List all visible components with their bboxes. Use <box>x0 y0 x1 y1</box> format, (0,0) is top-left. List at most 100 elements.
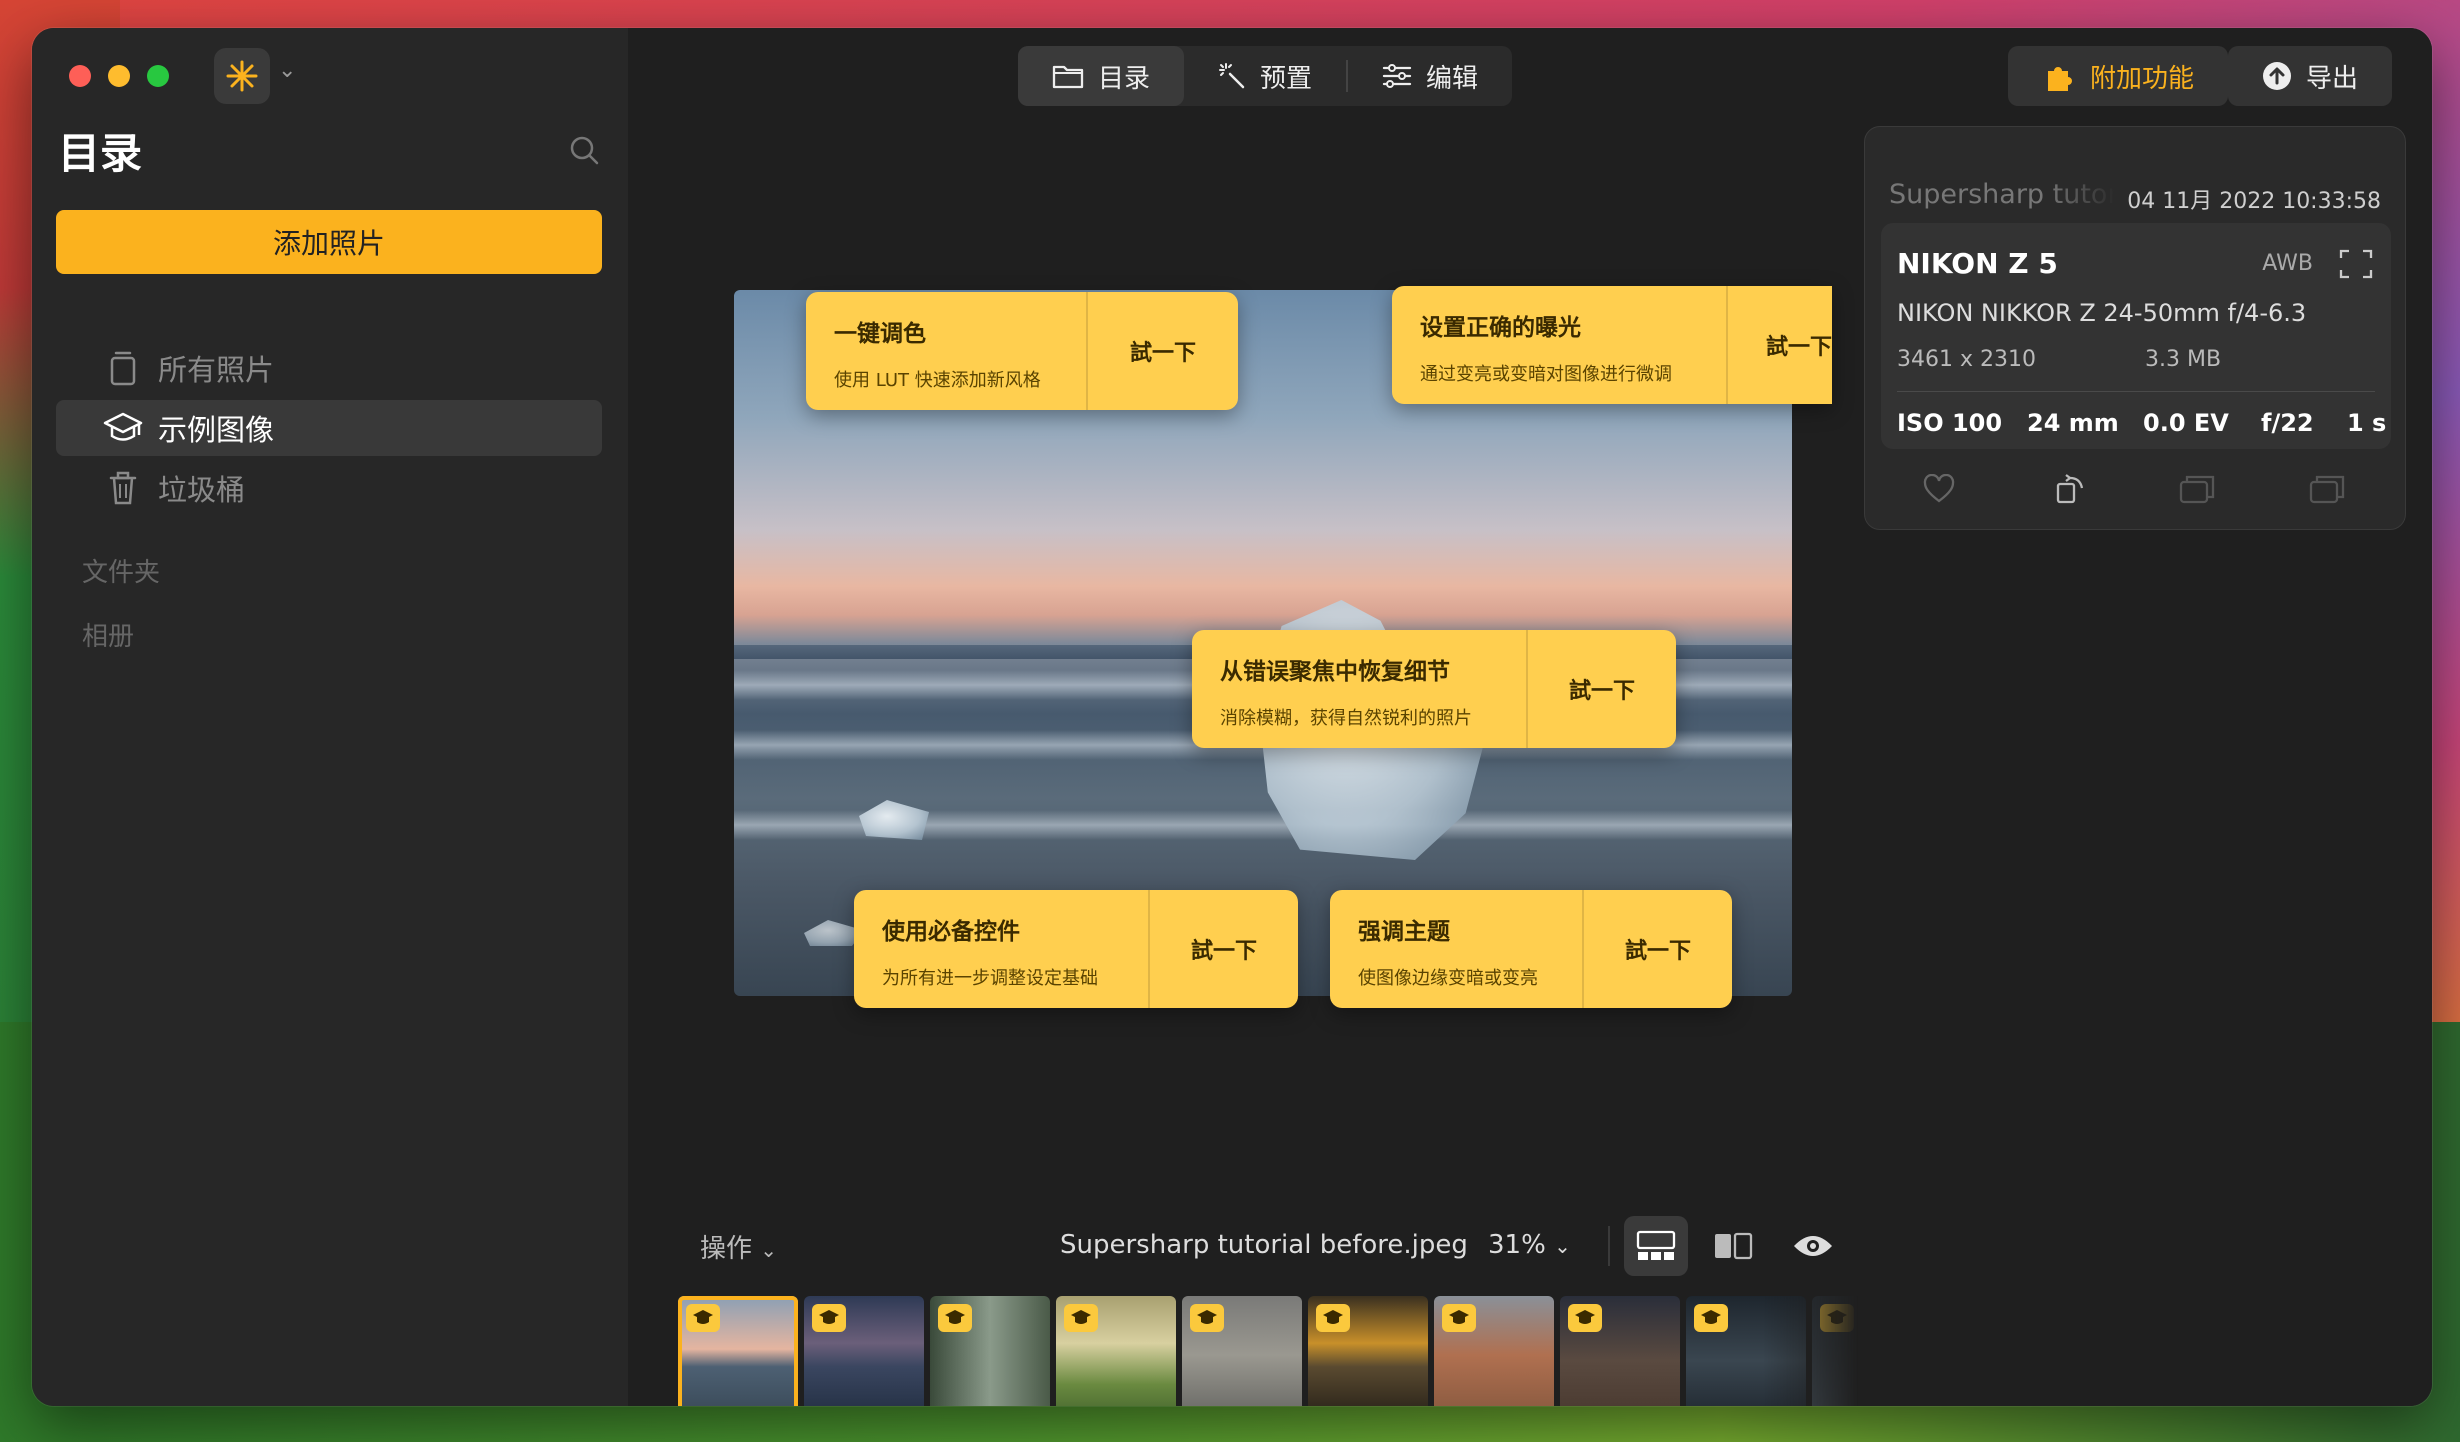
sliders-icon <box>1382 64 1412 88</box>
tip-title: 强调主题 <box>1358 919 1450 945</box>
tip-title: 从错误聚焦中恢复细节 <box>1220 659 1450 685</box>
exif-iso: ISO 100 <box>1897 409 2003 437</box>
thumbnail[interactable] <box>1686 1296 1806 1406</box>
thumbnail[interactable] <box>930 1296 1050 1406</box>
section-albums[interactable]: 相册 <box>82 616 134 653</box>
puzzle-piece-icon <box>2048 67 2072 91</box>
photo-stack-icon <box>100 350 146 386</box>
tip-text: 设置正确的曝光 通过变亮或变暗对图像进行微调 <box>1392 286 1726 404</box>
tip-card-essentials: 使用必备控件 为所有进一步调整设定基础 試一下 <box>854 890 1298 1008</box>
thumbnail[interactable] <box>1056 1296 1176 1406</box>
operations-label: 操作 <box>700 1234 753 1264</box>
add-photos-button[interactable]: 添加照片 <box>56 210 602 274</box>
tip-text: 使用必备控件 为所有进一步调整设定基础 <box>854 890 1148 1008</box>
try-button[interactable]: 試一下 <box>1086 292 1238 410</box>
tip-card-vignette: 强调主题 使图像边缘变暗或变亮 試一下 <box>1330 890 1732 1008</box>
exif-aperture: f/22 <box>2261 409 2314 437</box>
copy-settings-icon[interactable] <box>2179 471 2215 507</box>
paste-settings-icon[interactable] <box>2309 471 2345 507</box>
lens-model: NIKON NIKKOR Z 24-50mm f/4-6.3 <box>1897 299 2307 327</box>
tip-subtitle: 使图像边缘变暗或变亮 <box>1358 968 1538 989</box>
tip-text: 从错误聚焦中恢复细节 消除模糊，获得自然锐利的照片 <box>1192 630 1526 748</box>
graduation-cap-icon <box>1694 1304 1728 1332</box>
tip-card-exposure: 设置正确的曝光 通过变亮或变暗对图像进行微调 試一下 <box>1392 286 1832 404</box>
filmstrip <box>678 1296 1858 1406</box>
thumbnail[interactable] <box>1308 1296 1428 1406</box>
heart-icon[interactable] <box>1921 471 1957 507</box>
graduation-cap-icon <box>938 1304 972 1332</box>
compare-button[interactable] <box>1708 1224 1758 1268</box>
fullscreen-icon[interactable] <box>2339 249 2373 279</box>
export-button[interactable]: 导出 <box>2228 46 2393 106</box>
split-view-icon <box>1715 1232 1753 1260</box>
sidebar-item-label: 示例图像 <box>158 413 275 447</box>
thumbnail[interactable] <box>678 1296 798 1406</box>
exif-exposure: 0.0 EV <box>2143 409 2229 437</box>
sidebar-item-all-photos[interactable]: 所有照片 <box>56 340 602 396</box>
rotate-icon[interactable] <box>2053 471 2089 507</box>
minimize-window-button[interactable] <box>108 65 130 87</box>
zoom-window-button[interactable] <box>147 65 169 87</box>
section-folders[interactable]: 文件夹 <box>82 552 160 589</box>
eye-icon <box>1794 1236 1832 1256</box>
info-panel: Supersharp tutorial before.jpeg 04 11月 2… <box>1864 126 2406 530</box>
preview-button[interactable] <box>1788 1224 1838 1268</box>
close-window-button[interactable] <box>69 65 91 87</box>
try-button[interactable]: 試一下 <box>1526 630 1676 748</box>
tip-title: 设置正确的曝光 <box>1420 315 1581 341</box>
graduation-cap-icon <box>812 1304 846 1332</box>
info-datetime: 04 11月 2022 10:33:58 <box>2127 189 2381 214</box>
sidebar-item-label: 所有照片 <box>158 353 275 387</box>
chevron-down-icon: ⌄ <box>760 1238 778 1262</box>
tip-subtitle: 通过变亮或变暗对图像进行微调 <box>1420 364 1672 385</box>
graduation-cap-icon <box>1442 1304 1476 1332</box>
tip-card-focus: 从错误聚焦中恢复细节 消除模糊，获得自然锐利的照片 試一下 <box>1192 630 1676 748</box>
photo-ice-block <box>859 800 929 840</box>
zoom-value: 31% <box>1488 1230 1546 1260</box>
search-icon[interactable] <box>568 134 600 166</box>
thumbnail[interactable] <box>1434 1296 1554 1406</box>
addons-button[interactable]: 附加功能 <box>2008 46 2229 106</box>
current-filename: Supersharp tutorial before.jpeg <box>1060 1230 1468 1260</box>
thumbnail[interactable] <box>804 1296 924 1406</box>
thumbnail[interactable] <box>1812 1296 1858 1406</box>
tip-text: 一键调色 使用 LUT 快速添加新风格 <box>806 292 1086 410</box>
try-button[interactable]: 試一下 <box>1148 890 1298 1008</box>
white-balance: AWB <box>2262 251 2313 276</box>
tip-subtitle: 使用 LUT 快速添加新风格 <box>834 370 1041 391</box>
tab-label: 编辑 <box>1426 63 1479 94</box>
app-menu-button[interactable] <box>214 48 270 104</box>
divider <box>1608 1226 1610 1266</box>
try-button[interactable]: 試一下 <box>1582 890 1732 1008</box>
tab-catalog[interactable]: 目录 <box>1018 46 1185 106</box>
sidebar-title: 目录 <box>58 129 143 178</box>
exif-shutter: 1 s <box>2347 409 2387 437</box>
filmstrip-layout-button[interactable] <box>1624 1216 1688 1276</box>
sidebar-item-label: 垃圾桶 <box>158 473 246 507</box>
upload-circle-icon <box>2263 62 2291 90</box>
graduation-cap-icon <box>686 1304 720 1332</box>
tip-subtitle: 为所有进一步调整设定基础 <box>882 968 1098 989</box>
file-size: 3.3 MB <box>2145 347 2222 372</box>
export-label: 导出 <box>2306 63 2359 94</box>
tab-edit[interactable]: 编辑 <box>1348 46 1512 106</box>
tip-subtitle: 消除模糊，获得自然锐利的照片 <box>1220 708 1472 729</box>
graduation-cap-icon <box>1316 1304 1350 1332</box>
try-button[interactable]: 試一下 <box>1726 286 1832 404</box>
tab-presets[interactable]: 预置 <box>1184 46 1346 106</box>
sidebar-item-sample-images[interactable]: 示例图像 <box>56 400 602 456</box>
magic-wand-icon <box>1219 63 1245 89</box>
zoom-menu[interactable]: 31% ⌄ <box>1488 1230 1571 1260</box>
trash-icon <box>100 470 146 506</box>
sidebar-item-trash[interactable]: 垃圾桶 <box>56 460 602 516</box>
tip-title: 一键调色 <box>834 321 926 347</box>
exif-card: NIKON Z 5 AWB NIKON NIKKOR Z 24-50mm f/4… <box>1881 223 2391 449</box>
camera-model: NIKON Z 5 <box>1897 247 2058 280</box>
filmstrip-layout-icon <box>1636 1230 1676 1260</box>
chevron-down-icon[interactable]: ⌄ <box>278 58 296 83</box>
thumbnail[interactable] <box>1560 1296 1680 1406</box>
thumbnail[interactable] <box>1182 1296 1302 1406</box>
operations-menu[interactable]: 操作 ⌄ <box>700 1228 777 1265</box>
image-dimensions: 3461 x 2310 <box>1897 347 2036 372</box>
info-filename: Supersharp tutorial before.jpeg <box>1889 179 2115 210</box>
